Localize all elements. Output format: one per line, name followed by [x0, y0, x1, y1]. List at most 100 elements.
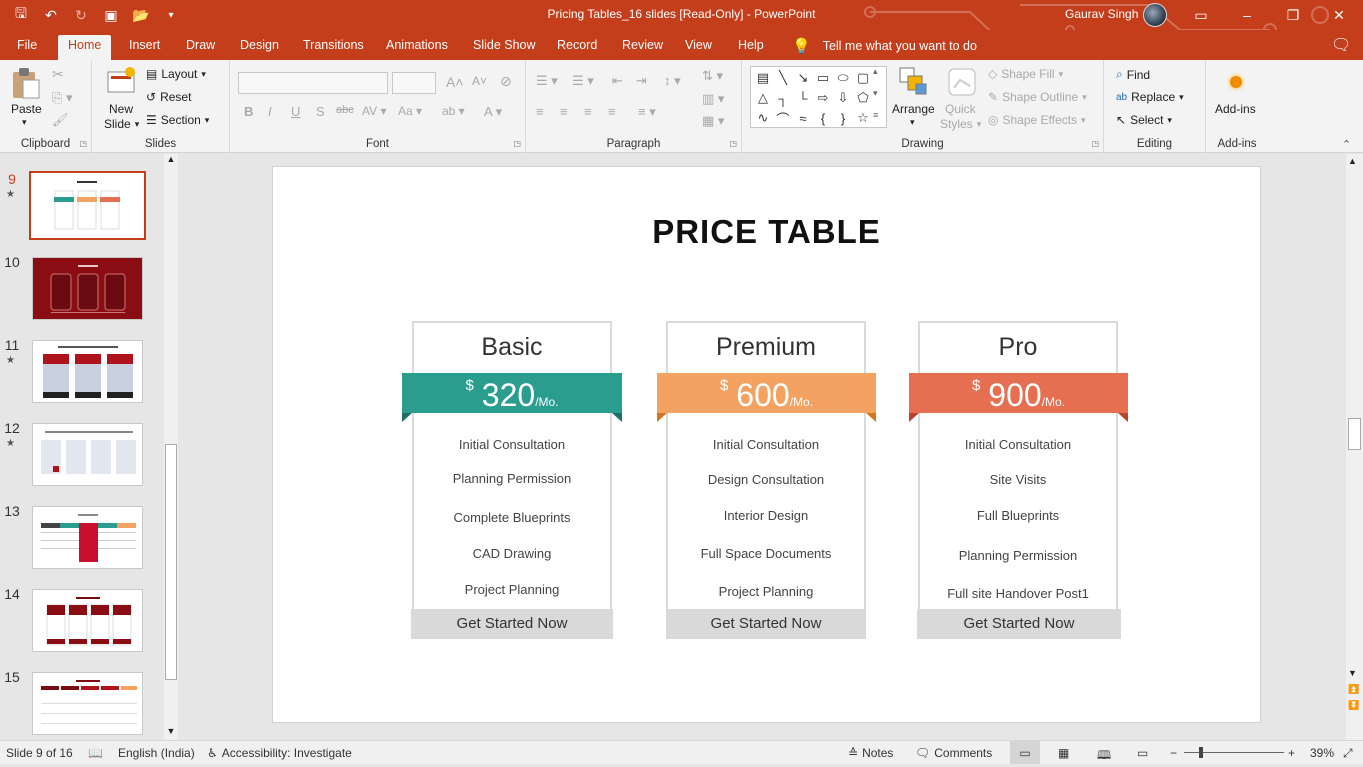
- scroll-up-icon[interactable]: ▲: [164, 154, 178, 168]
- strikethrough-icon[interactable]: abc: [336, 104, 354, 116]
- columns-icon[interactable]: ≡ ▾: [638, 104, 656, 120]
- new-slide-icon[interactable]: [106, 66, 138, 98]
- wave-shape-icon[interactable]: ≈: [793, 108, 813, 128]
- oval-shape-icon[interactable]: ⬭: [833, 68, 853, 88]
- get-started-button[interactable]: Get Started Now: [666, 609, 866, 639]
- slide-title[interactable]: PRICE TABLE: [273, 213, 1260, 251]
- pricing-card-pro[interactable]: Pro Initial Consultation Site Visits Full B…: [918, 321, 1118, 639]
- new-slide-button[interactable]: New: [109, 102, 133, 116]
- thumbnail-scrollbar[interactable]: ▲ ▼: [164, 154, 178, 740]
- textbox-shape-icon[interactable]: ▤: [753, 68, 773, 88]
- tab-animations[interactable]: Animations: [386, 38, 448, 52]
- italic-icon[interactable]: I: [268, 104, 272, 119]
- rectangle-shape-icon[interactable]: ▭: [813, 68, 833, 88]
- close-icon[interactable]: ✕: [1316, 0, 1362, 30]
- shapes-more-icon[interactable]: ≡: [873, 110, 878, 120]
- star-shape-icon[interactable]: ☆: [853, 108, 873, 128]
- tab-help[interactable]: Help: [738, 38, 764, 52]
- shape-outline-button[interactable]: ✎ Shape Outline ▾: [988, 90, 1087, 104]
- font-name-combo[interactable]: [238, 72, 388, 94]
- slide-thumbnail-14[interactable]: [32, 589, 143, 652]
- increase-indent-icon[interactable]: ⇥: [636, 73, 647, 89]
- find-button[interactable]: ⌕ Find: [1116, 67, 1150, 82]
- font-launcher-icon[interactable]: ◳: [513, 139, 521, 148]
- highlight-icon[interactable]: ab ▾: [442, 104, 465, 118]
- pricing-card-basic[interactable]: Basic Initial Consultation Planning Permis…: [412, 321, 612, 639]
- triangle-shape-icon[interactable]: △: [753, 88, 773, 108]
- get-started-button[interactable]: Get Started Now: [411, 609, 613, 639]
- align-text-icon[interactable]: ▥ ▾: [702, 91, 724, 107]
- tab-home[interactable]: Home: [58, 35, 112, 60]
- font-size-combo[interactable]: [392, 72, 436, 94]
- comments-button[interactable]: 🗨 Comments: [915, 746, 992, 760]
- tab-draw[interactable]: Draw: [186, 38, 215, 52]
- slideshow-view-icon[interactable]: ▭: [1137, 746, 1148, 760]
- tab-view[interactable]: View: [685, 38, 712, 52]
- section-button[interactable]: ☰ Section ▾: [146, 113, 209, 127]
- copy-icon[interactable]: ⎘ ▾: [52, 90, 73, 106]
- tab-design[interactable]: Design: [240, 38, 279, 52]
- justify-icon[interactable]: ≡: [608, 104, 616, 119]
- shape-effects-button[interactable]: ◎ Shape Effects ▾: [988, 113, 1086, 127]
- align-center-icon[interactable]: ≡: [560, 104, 568, 119]
- shapes-gallery[interactable]: ▤ ╲ ↘ ▭ ⬭ ▢ △ ┐ └ ⇨ ⇩ ⬠ ∿ ⌒ ≈ { } ☆: [750, 66, 887, 128]
- elbow-connector-shape-icon[interactable]: ┐: [773, 88, 793, 108]
- font-color-icon[interactable]: A ▾: [484, 104, 502, 120]
- language-indicator[interactable]: English (India): [118, 746, 195, 760]
- scroll-down-icon[interactable]: ▼: [164, 726, 178, 740]
- change-case-icon[interactable]: Aa ▾: [398, 104, 422, 118]
- fit-to-window-icon[interactable]: ⤢: [1343, 746, 1353, 761]
- editor-scrollbar[interactable]: ▲ ▼ ⏫ ⏬: [1346, 154, 1363, 740]
- slide-thumbnail-13[interactable]: [32, 506, 143, 569]
- paste-button[interactable]: Paste: [11, 102, 42, 116]
- shapes-scroll-down-icon[interactable]: ▾: [873, 88, 878, 99]
- tell-me-search[interactable]: Tell me what you want to do: [823, 39, 977, 53]
- elbow-arrow-shape-icon[interactable]: └: [793, 88, 813, 108]
- scroll-up-icon[interactable]: ▲: [1348, 156, 1357, 166]
- paste-dropdown-icon[interactable]: ▾: [22, 117, 27, 128]
- previous-slide-icon[interactable]: ⏫: [1348, 684, 1359, 695]
- right-arrow-shape-icon[interactable]: ⇨: [813, 88, 833, 108]
- reset-button[interactable]: ↺ Reset: [146, 90, 191, 104]
- layout-button[interactable]: ▤ Layout ▾: [146, 67, 206, 81]
- next-slide-icon[interactable]: ⏬: [1348, 700, 1359, 711]
- arrange-icon[interactable]: [898, 66, 930, 98]
- drawing-launcher-icon[interactable]: ◳: [1091, 139, 1099, 148]
- numbering-icon[interactable]: ☰ ▾: [572, 73, 594, 89]
- paste-icon[interactable]: [10, 66, 42, 99]
- curve-shape-icon[interactable]: ∿: [753, 108, 773, 128]
- user-name[interactable]: Gaurav Singh: [1065, 7, 1138, 21]
- ribbon-display-options-icon[interactable]: ▭: [1178, 0, 1224, 30]
- tab-review[interactable]: Review: [622, 38, 663, 52]
- addins-button[interactable]: Add-ins: [1215, 102, 1256, 116]
- slide-thumbnail-10[interactable]: [32, 257, 143, 320]
- clear-formatting-icon[interactable]: ⊘: [500, 73, 512, 90]
- normal-view-icon[interactable]: ▭: [1010, 741, 1040, 764]
- notes-button[interactable]: ≙ Notes: [848, 746, 893, 760]
- character-spacing-icon[interactable]: AV ▾: [362, 104, 386, 118]
- get-started-button[interactable]: Get Started Now: [917, 609, 1121, 639]
- arrange-dropdown-icon[interactable]: ▾: [910, 117, 915, 128]
- decrease-font-icon[interactable]: A˅: [472, 74, 487, 88]
- slide-thumbnail-12[interactable]: [32, 423, 143, 486]
- down-arrow-shape-icon[interactable]: ⇩: [833, 88, 853, 108]
- decrease-indent-icon[interactable]: ⇤: [612, 73, 623, 89]
- text-direction-icon[interactable]: ⇅ ▾: [702, 68, 723, 84]
- pricing-card-premium[interactable]: Premium Initial Consultation Design Consul…: [666, 321, 866, 639]
- slide-thumbnail-15[interactable]: [32, 672, 143, 735]
- slide-counter[interactable]: Slide 9 of 16: [6, 746, 73, 760]
- align-right-icon[interactable]: ≡: [584, 104, 592, 119]
- accessibility-button[interactable]: ♿ Accessibility: Investigate: [207, 746, 352, 760]
- tab-slide-show[interactable]: Slide Show: [473, 38, 536, 52]
- zoom-out-icon[interactable]: −: [1170, 746, 1177, 760]
- restore-icon[interactable]: ❐: [1270, 0, 1316, 30]
- select-button[interactable]: ↖ Select ▾: [1116, 113, 1172, 127]
- pentagon-shape-icon[interactable]: ⬠: [853, 88, 873, 108]
- increase-font-icon[interactable]: A˄: [446, 74, 464, 90]
- clipboard-launcher-icon[interactable]: ◳: [79, 139, 87, 148]
- underline-icon[interactable]: U: [291, 104, 300, 119]
- tab-record[interactable]: Record: [557, 38, 597, 52]
- arc-shape-icon[interactable]: ⌒: [773, 108, 793, 128]
- smartart-icon[interactable]: ▦ ▾: [702, 113, 724, 129]
- quick-styles-icon[interactable]: [946, 66, 978, 98]
